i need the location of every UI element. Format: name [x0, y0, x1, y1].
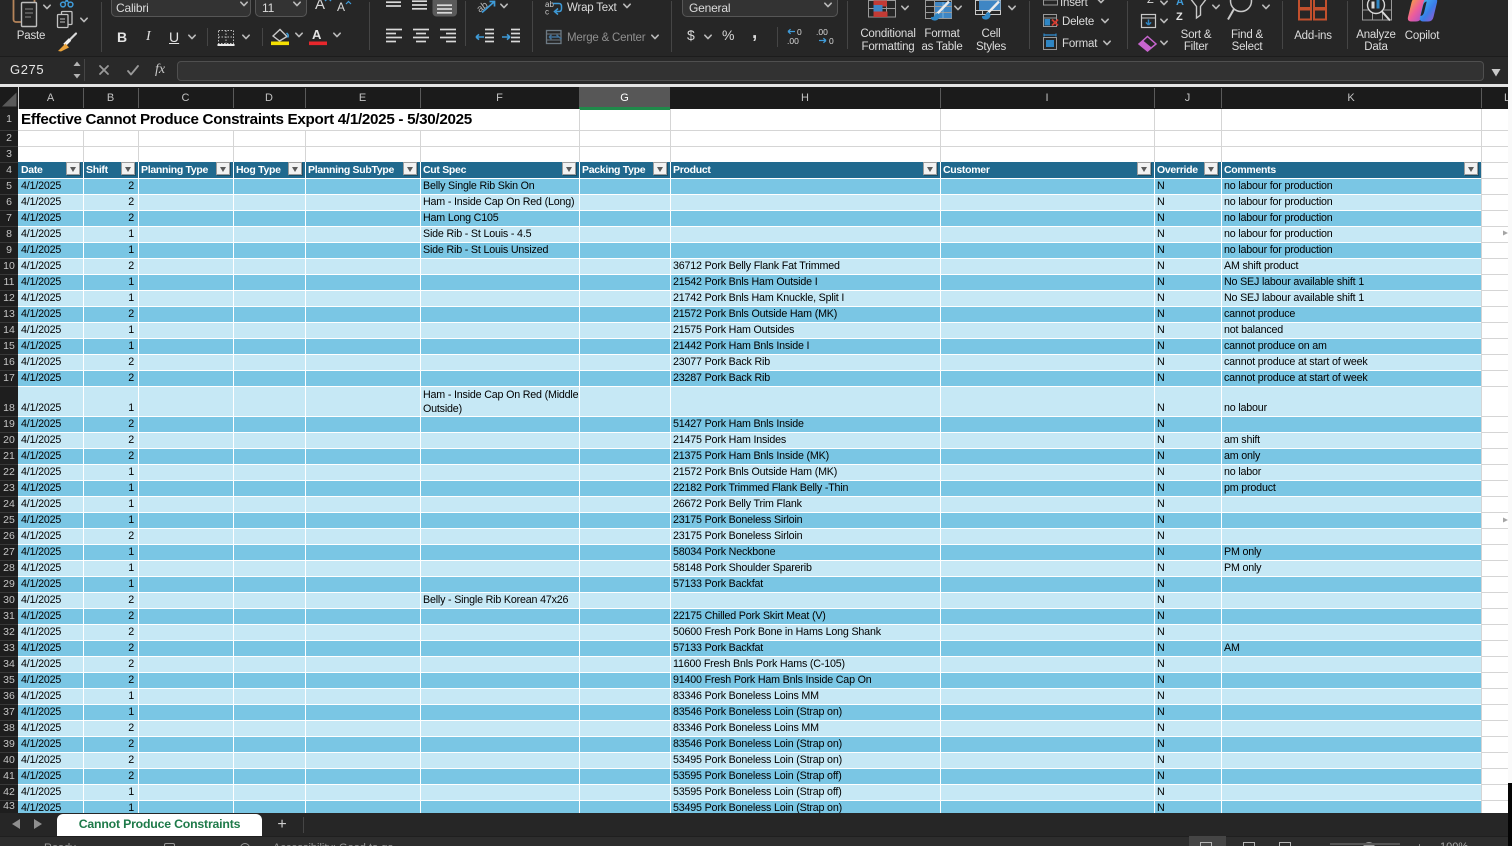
- svg-text:c: c: [545, 8, 549, 17]
